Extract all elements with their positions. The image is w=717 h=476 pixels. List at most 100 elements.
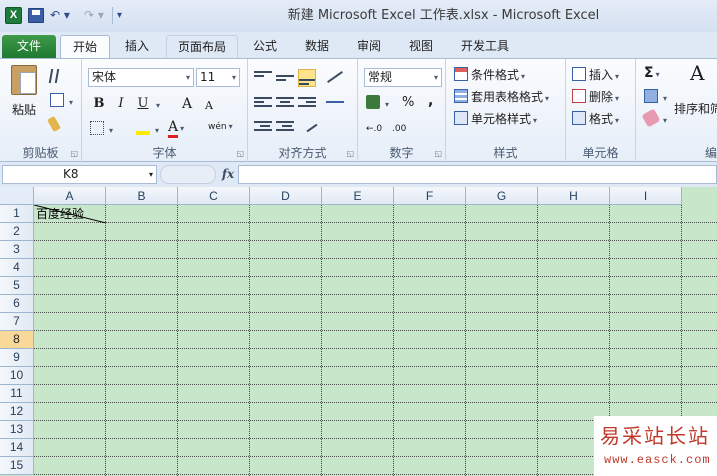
align-middle-icon[interactable] — [276, 69, 294, 87]
sort-filter-icon[interactable]: A — [690, 63, 704, 83]
alignment-launcher-icon[interactable]: ◱ — [346, 149, 354, 158]
autosum-button[interactable]: Σ ▾ — [644, 65, 660, 83]
name-box[interactable]: K8 ▾ — [2, 165, 157, 184]
merge-center-icon[interactable] — [326, 95, 344, 113]
column-header-i[interactable]: I — [610, 187, 682, 205]
insert-function-button[interactable]: fx — [218, 165, 238, 184]
increase-indent-icon[interactable] — [276, 119, 294, 137]
format-painter-button[interactable] — [47, 115, 61, 133]
row-header-4[interactable]: 4 — [0, 259, 34, 277]
formula-controls[interactable] — [160, 165, 216, 184]
row-header-15[interactable]: 15 — [0, 457, 34, 475]
column-header-d[interactable]: D — [250, 187, 322, 205]
copy-button[interactable]: ▾ — [50, 93, 73, 111]
tab-page-layout[interactable]: 页面布局 — [166, 35, 238, 58]
tab-review[interactable]: 审阅 — [348, 35, 390, 58]
row-header-12[interactable]: 12 — [0, 403, 34, 421]
column-header-h[interactable]: H — [538, 187, 610, 205]
sort-filter-button[interactable]: 排序和筛 — [674, 101, 717, 117]
bold-button[interactable]: B — [90, 95, 108, 113]
fill-color-button[interactable]: ▾ — [136, 121, 159, 139]
group-editing: Σ ▾ ▾ ▾ A 排序和筛 编 — [636, 59, 717, 162]
column-header-f[interactable]: F — [394, 187, 466, 205]
group-alignment: 对齐方式 ◱ — [248, 59, 358, 162]
shrink-font-button[interactable]: A — [200, 97, 218, 115]
tab-developer[interactable]: 开发工具 — [452, 35, 518, 58]
column-header-e[interactable]: E — [322, 187, 394, 205]
align-top-icon[interactable] — [254, 69, 272, 87]
column-header-g[interactable]: G — [466, 187, 538, 205]
border-button[interactable]: ▾ — [90, 121, 113, 139]
gridline-horizontal — [34, 258, 717, 259]
wrap-text-icon[interactable] — [306, 119, 324, 137]
row-header-7[interactable]: 7 — [0, 313, 34, 331]
tab-formulas[interactable]: 公式 — [244, 35, 286, 58]
cut-button[interactable] — [48, 69, 61, 85]
row-header-5[interactable]: 5 — [0, 277, 34, 295]
grow-font-button[interactable]: A — [178, 95, 196, 113]
clipboard-launcher-icon[interactable]: ◱ — [70, 149, 78, 158]
tab-insert[interactable]: 插入 — [114, 35, 160, 58]
cell-styles-button[interactable]: 单元格样式 ▾ — [454, 111, 537, 129]
text-orientation-icon[interactable] — [326, 69, 344, 87]
font-launcher-icon[interactable]: ◱ — [236, 149, 244, 158]
delete-cells-icon — [572, 89, 586, 103]
row-header-6[interactable]: 6 — [0, 295, 34, 313]
row-header-9[interactable]: 9 — [0, 349, 34, 367]
decrease-indent-icon[interactable] — [254, 119, 272, 137]
comma-button[interactable]: , — [428, 93, 433, 109]
row-header-8[interactable]: 8 — [0, 331, 34, 349]
insert-cells-icon — [572, 67, 586, 81]
eraser-icon — [641, 108, 661, 128]
increase-decimal-button[interactable]: ←.0 — [366, 121, 382, 137]
row-header-11[interactable]: 11 — [0, 385, 34, 403]
font-size-combo[interactable]: 11 ▾ — [196, 68, 240, 87]
align-bottom-icon[interactable] — [298, 69, 316, 87]
cell-a1[interactable]: 百度经验 — [36, 206, 84, 223]
row-header-10[interactable]: 10 — [0, 367, 34, 385]
column-header-b[interactable]: B — [106, 187, 178, 205]
select-all-corner[interactable] — [0, 187, 34, 205]
row-header-3[interactable]: 3 — [0, 241, 34, 259]
delete-cells-button[interactable]: 删除 ▾ — [572, 89, 619, 107]
number-launcher-icon[interactable]: ◱ — [434, 149, 442, 158]
align-left-icon[interactable] — [254, 95, 272, 113]
fill-button[interactable]: ▾ — [644, 89, 667, 107]
align-right-icon[interactable] — [298, 95, 316, 113]
paste-button[interactable]: 粘贴 — [6, 65, 42, 118]
align-center-icon[interactable] — [276, 95, 294, 113]
row-header-1[interactable]: 1 — [0, 205, 34, 223]
column-header-a[interactable]: A — [34, 187, 106, 205]
underline-dropdown-icon[interactable]: ▾ — [156, 98, 160, 114]
decrease-decimal-button[interactable]: .00 — [392, 121, 406, 137]
row-header-2[interactable]: 2 — [0, 223, 34, 241]
clear-button[interactable]: ▾ — [641, 108, 667, 129]
row-header-14[interactable]: 14 — [0, 439, 34, 457]
font-color-button[interactable]: A ▾ — [168, 119, 184, 138]
tab-home[interactable]: 开始 — [60, 35, 110, 58]
phonetic-button[interactable]: wén ▾ — [208, 119, 233, 135]
number-format-combo[interactable]: 常规 ▾ — [364, 68, 442, 87]
gridline-horizontal — [34, 312, 717, 313]
format-cells-button[interactable]: 格式 ▾ — [572, 111, 619, 129]
conditional-format-button[interactable]: 条件格式 ▾ — [454, 67, 525, 85]
tab-data[interactable]: 数据 — [296, 35, 338, 58]
italic-button[interactable]: I — [112, 95, 130, 113]
percent-button[interactable]: % — [402, 95, 414, 111]
tab-view[interactable]: 视图 — [400, 35, 442, 58]
row-header-13[interactable]: 13 — [0, 421, 34, 439]
insert-cells-button[interactable]: 插入 ▾ — [572, 67, 619, 85]
column-header-c[interactable]: C — [178, 187, 250, 205]
underline-button[interactable]: U — [134, 95, 152, 113]
chevron-down-icon[interactable]: ▾ — [149, 166, 153, 183]
group-cells: 插入 ▾ 删除 ▾ 格式 ▾ 单元格 — [566, 59, 636, 162]
formula-input[interactable] — [238, 165, 717, 184]
font-name-combo[interactable]: 宋体 ▾ — [88, 68, 194, 87]
group-styles: 条件格式 ▾ 套用表格格式 ▾ 单元格样式 ▾ 样式 — [446, 59, 566, 162]
format-as-table-button[interactable]: 套用表格格式 ▾ — [454, 89, 549, 107]
watermark-url: www.easck.com — [604, 453, 711, 467]
fill-down-icon — [644, 89, 658, 103]
tab-file[interactable]: 文件 — [2, 35, 56, 58]
accounting-format-button[interactable]: ▾ — [366, 95, 389, 113]
gridline-horizontal — [34, 276, 717, 277]
